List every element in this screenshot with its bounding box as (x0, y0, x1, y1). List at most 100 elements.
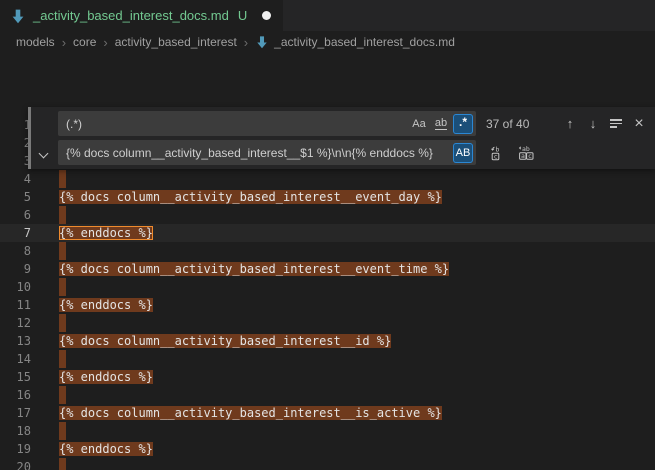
editor-line[interactable]: 5{% docs column__activity_based_interest… (0, 188, 655, 206)
code-text: {% enddocs %} (31, 368, 153, 386)
find-match: {% enddocs %} (59, 298, 153, 312)
code-text (31, 206, 66, 224)
tab-filename: _activity_based_interest_docs.md (33, 8, 229, 23)
replace-row: {% docs column__activity_based_interest_… (58, 140, 649, 165)
code-text (31, 278, 66, 296)
code-text: {% enddocs %} (31, 296, 153, 314)
editor-line[interactable]: 15 {% enddocs %} (0, 368, 655, 386)
breadcrumb-item-core[interactable]: core (73, 35, 96, 49)
line-number: 8 (0, 242, 31, 260)
line-number: 16 (0, 386, 31, 404)
replace-button[interactable]: b c (488, 143, 508, 163)
breadcrumb: models › core › activity_based_interest … (0, 31, 655, 53)
editor-tab[interactable]: _activity_based_interest_docs.md U (0, 0, 283, 31)
whole-word-toggle[interactable]: ab (431, 114, 451, 134)
editor-line[interactable]: 9 {% docs column__activity_based_interest… (0, 260, 655, 278)
current-find-match: {% enddocs %} (59, 226, 153, 240)
line-number: 9 (0, 260, 31, 278)
empty-find-match (59, 458, 66, 470)
editor-line[interactable]: 6 (0, 206, 655, 224)
find-in-selection-button[interactable] (606, 114, 626, 134)
find-input[interactable]: (.*) Aa ab .* (58, 111, 476, 136)
breadcrumb-separator: › (244, 35, 248, 50)
breadcrumb-separator: › (103, 35, 107, 50)
breadcrumb-file-label: _activity_based_interest_docs.md (274, 35, 455, 49)
previous-match-button[interactable]: ↑ (560, 114, 580, 134)
preserve-case-toggle[interactable]: AB (453, 143, 473, 163)
svg-text:c: c (494, 152, 498, 160)
match-case-toggle[interactable]: Aa (409, 114, 429, 134)
editor-line[interactable]: 18 (0, 422, 655, 440)
code-text: {% docs column__activity_based_interest_… (31, 260, 449, 278)
next-match-button[interactable]: ↓ (583, 114, 603, 134)
code-text (31, 170, 66, 188)
line-number: 10 (0, 278, 31, 296)
breadcrumb-separator: › (62, 35, 66, 50)
line-number: 20 (0, 458, 31, 470)
unsaved-changes-dot[interactable] (262, 11, 271, 20)
code-text (31, 242, 66, 260)
replace-input[interactable]: {% docs column__activity_based_interest_… (58, 140, 476, 165)
code-text (31, 386, 66, 404)
line-number: 2 (0, 134, 31, 152)
line-number: 15 (0, 368, 31, 386)
editor-line[interactable]: 16 (0, 386, 655, 404)
editor-line[interactable]: 17{% docs column__activity_based_interes… (0, 404, 655, 422)
git-status-badge: U (238, 8, 247, 23)
code-text (31, 314, 66, 332)
line-number: 11 (0, 296, 31, 314)
line-number: 7 (0, 224, 31, 242)
editor-line[interactable]: 8 (0, 242, 655, 260)
breadcrumb-item-file[interactable]: _activity_based_interest_docs.md (255, 35, 455, 49)
empty-find-match (59, 170, 66, 188)
chevron-down-icon (38, 148, 48, 158)
line-number: 6 (0, 206, 31, 224)
line-number: 12 (0, 314, 31, 332)
find-match: {% enddocs %} (59, 442, 153, 456)
editor-line[interactable]: 4 (0, 170, 655, 188)
editor-line[interactable]: 20 (0, 458, 655, 470)
close-find-widget-button[interactable]: × (629, 114, 649, 134)
find-results-count: 37 of 40 (486, 117, 529, 131)
empty-find-match (59, 350, 66, 368)
line-number: 14 (0, 350, 31, 368)
replace-all-button[interactable]: ab a c (516, 143, 536, 163)
find-replace-widget: (.*) Aa ab .* 37 of 40 ↑ ↓ (28, 107, 655, 169)
editor-line[interactable]: 7 {% enddocs %} (0, 224, 655, 242)
markdown-file-icon (255, 35, 269, 49)
tab-bar: _activity_based_interest_docs.md U (0, 0, 655, 31)
find-widget-resize-sash[interactable] (28, 107, 31, 169)
line-number: 4 (0, 170, 31, 188)
svg-text:a: a (521, 152, 525, 160)
find-match: {% enddocs %} (59, 370, 153, 384)
find-match: {% docs column__activity_based_interest_… (59, 406, 442, 420)
editor-line[interactable]: 14 (0, 350, 655, 368)
line-number: 18 (0, 422, 31, 440)
find-query-text: (.*) (66, 117, 409, 131)
code-text: {% docs column__activity_based_interest_… (31, 404, 442, 422)
code-text: {% docs column__activity_based_interest_… (31, 332, 391, 350)
editor-line[interactable]: 11 {% enddocs %} (0, 296, 655, 314)
editor-line[interactable]: 10 (0, 278, 655, 296)
find-match: {% docs column__activity_based_interest_… (59, 262, 449, 276)
replace-icon: b c (490, 145, 506, 161)
code-text (31, 350, 66, 368)
line-number: 13 (0, 332, 31, 350)
empty-find-match (59, 278, 66, 296)
code-text: {% enddocs %} (31, 440, 153, 458)
breadcrumb-item-folder[interactable]: activity_based_interest (115, 35, 237, 49)
editor-line[interactable]: 12 (0, 314, 655, 332)
regex-toggle[interactable]: .* (453, 114, 473, 134)
editor-area: (.*) Aa ab .* 37 of 40 ↑ ↓ (0, 53, 655, 470)
editor-line[interactable]: 13{% docs column__activity_based_interes… (0, 332, 655, 350)
editor-line[interactable]: 19{% enddocs %} (0, 440, 655, 458)
toggle-replace-button[interactable] (35, 147, 51, 163)
code-text (31, 422, 66, 440)
breadcrumb-item-models[interactable]: models (16, 35, 55, 49)
svg-text:c: c (528, 152, 532, 160)
find-match: {% docs column__activity_based_interest_… (59, 190, 442, 204)
code-text: {% enddocs %} (31, 224, 153, 242)
replace-all-icon: ab a c (518, 145, 534, 161)
line-number: 3 (0, 152, 31, 170)
empty-find-match (59, 206, 66, 224)
